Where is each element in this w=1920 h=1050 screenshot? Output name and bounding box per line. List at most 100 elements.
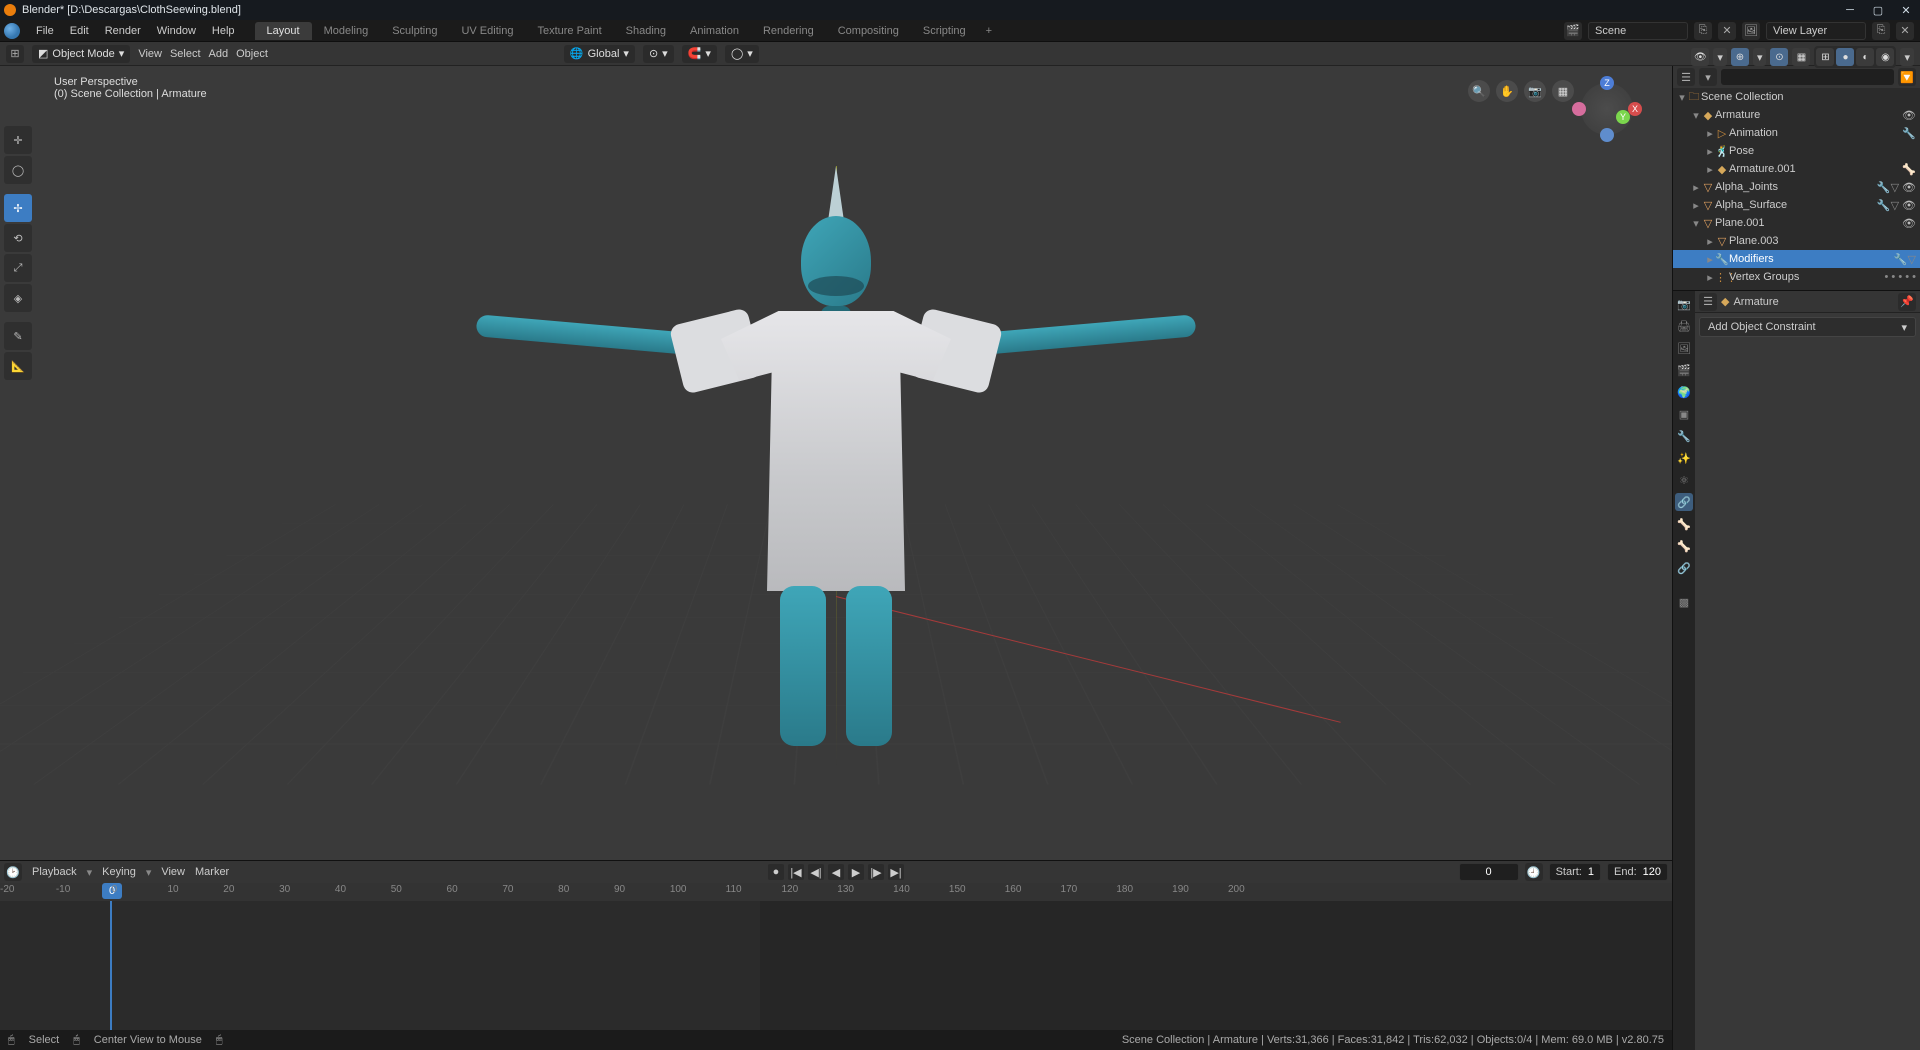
visibility-toggle-icon[interactable]: 👁 bbox=[1902, 217, 1916, 230]
menu-window[interactable]: Window bbox=[149, 25, 204, 37]
vp-menu-object[interactable]: Object bbox=[236, 48, 268, 60]
ptab-data[interactable]: 🦴 bbox=[1675, 515, 1693, 533]
scene-field[interactable]: Scene bbox=[1588, 22, 1688, 40]
shading-options-dropdown[interactable]: ▾ bbox=[1900, 48, 1914, 66]
window-close-button[interactable]: ✕ bbox=[1896, 3, 1916, 17]
tool-cursor[interactable]: ✛ bbox=[4, 126, 32, 154]
jump-end-button[interactable]: ▶| bbox=[888, 864, 904, 880]
axis-neg-z-icon[interactable] bbox=[1600, 128, 1614, 142]
tab-rendering[interactable]: Rendering bbox=[751, 22, 826, 40]
outliner-row[interactable]: ▸🔧Modifiers🔧▽ bbox=[1673, 250, 1920, 268]
pivot-dropdown[interactable]: ⊙▾ bbox=[643, 45, 674, 63]
play-reverse-button[interactable]: ◀ bbox=[828, 864, 844, 880]
axis-z-icon[interactable]: Z bbox=[1600, 76, 1614, 90]
overlay-toggle-button[interactable]: ⊙ bbox=[1770, 48, 1788, 66]
ptab-texture[interactable]: ▩ bbox=[1675, 593, 1693, 611]
play-button[interactable]: ▶ bbox=[848, 864, 864, 880]
grid-icon[interactable]: ▦ bbox=[1552, 80, 1574, 102]
expand-toggle-icon[interactable]: ▸ bbox=[1705, 163, 1715, 176]
timeline-menu-view[interactable]: View bbox=[161, 866, 185, 878]
outliner-row-scene-collection[interactable]: ▾🗀 Scene Collection bbox=[1673, 88, 1920, 106]
vp-menu-select[interactable]: Select bbox=[170, 48, 201, 60]
tool-select[interactable]: ◯ bbox=[4, 156, 32, 184]
timeline-tracks[interactable] bbox=[0, 901, 1672, 1030]
timeline-menu-marker[interactable]: Marker bbox=[195, 866, 229, 878]
ptab-physics[interactable]: ⚛ bbox=[1675, 471, 1693, 489]
axis-x-icon[interactable]: X bbox=[1628, 102, 1642, 116]
start-frame-field[interactable]: Start:1 bbox=[1549, 863, 1601, 881]
ptab-boneconstraint[interactable]: 🔗 bbox=[1675, 559, 1693, 577]
outliner-row[interactable]: ▾◆Armature👁 bbox=[1673, 106, 1920, 124]
outliner-row[interactable]: ▸▽Alpha_Surface🔧▽👁 bbox=[1673, 196, 1920, 214]
keyframe-prev-button[interactable]: ◀| bbox=[808, 864, 824, 880]
expand-toggle-icon[interactable]: ▸ bbox=[1705, 235, 1715, 248]
end-frame-field[interactable]: End:120 bbox=[1607, 863, 1668, 881]
tab-modeling[interactable]: Modeling bbox=[312, 22, 381, 40]
visibility-toggle-icon[interactable]: 👁 bbox=[1902, 109, 1916, 122]
timeline-ruler[interactable]: 0 -20-1001020304050607080901001101201301… bbox=[0, 883, 1672, 901]
window-maximize-button[interactable]: ▢ bbox=[1868, 3, 1888, 17]
visibility-toggle-icon[interactable]: 👁 bbox=[1902, 199, 1916, 212]
shading-solid-button[interactable]: ● bbox=[1836, 48, 1854, 66]
vp-menu-add[interactable]: Add bbox=[209, 48, 229, 60]
use-preview-range-button[interactable]: 🕘 bbox=[1525, 863, 1543, 881]
expand-toggle-icon[interactable]: ▸ bbox=[1705, 271, 1715, 284]
menu-help[interactable]: Help bbox=[204, 25, 243, 37]
orientation-dropdown[interactable]: 🌐 Global ▾ bbox=[564, 45, 635, 63]
pan-icon[interactable]: ✋ bbox=[1496, 80, 1518, 102]
ptab-modifier[interactable]: 🔧 bbox=[1675, 427, 1693, 445]
outliner-row[interactable]: ▸▽Alpha_Joints🔧▽👁 bbox=[1673, 178, 1920, 196]
menu-edit[interactable]: Edit bbox=[62, 25, 97, 37]
timeline-editor-type-icon[interactable]: 🕑 bbox=[4, 863, 22, 881]
outliner-row[interactable]: ▸◆Armature.001🦴 bbox=[1673, 160, 1920, 178]
outliner-filter-button[interactable]: 🔽 bbox=[1898, 68, 1916, 86]
expand-toggle-icon[interactable]: ▾ bbox=[1691, 217, 1701, 230]
tab-layout[interactable]: Layout bbox=[255, 22, 312, 40]
expand-toggle-icon[interactable]: ▸ bbox=[1691, 181, 1701, 194]
properties-editor-type-icon[interactable]: ☰ bbox=[1699, 293, 1717, 311]
shading-lookdev-button[interactable]: ◐ bbox=[1856, 48, 1874, 66]
scene-browse-icon[interactable]: 🎬 bbox=[1564, 22, 1582, 40]
viewlayer-browse-icon[interactable]: 🖼 bbox=[1742, 22, 1760, 40]
outliner-row[interactable]: ▸▽Plane.003 bbox=[1673, 232, 1920, 250]
viewlayer-delete-button[interactable]: ✕ bbox=[1896, 22, 1914, 40]
tab-sculpting[interactable]: Sculpting bbox=[380, 22, 449, 40]
pin-icon[interactable]: 📌 bbox=[1898, 293, 1916, 311]
outliner-row[interactable]: ▸⋮⋮Vertex Groups• • • • • bbox=[1673, 268, 1920, 286]
menu-file[interactable]: File bbox=[28, 25, 62, 37]
expand-toggle-icon[interactable]: ▸ bbox=[1691, 199, 1701, 212]
ptab-world[interactable]: 🌍 bbox=[1675, 383, 1693, 401]
current-frame-field[interactable]: 0 bbox=[1459, 863, 1519, 881]
outliner-search-input[interactable] bbox=[1721, 69, 1894, 85]
window-minimize-button[interactable]: ─ bbox=[1840, 3, 1860, 17]
outliner-display-mode-icon[interactable]: ▾ bbox=[1699, 68, 1717, 86]
tab-shading[interactable]: Shading bbox=[614, 22, 678, 40]
snap-dropdown[interactable]: 🧲▾ bbox=[682, 45, 717, 63]
jump-start-button[interactable]: |◀ bbox=[788, 864, 804, 880]
ptab-constraint[interactable]: 🔗 bbox=[1675, 493, 1693, 511]
zoom-icon[interactable]: 🔍 bbox=[1468, 80, 1490, 102]
axis-gizmo[interactable]: Z X Y bbox=[1578, 80, 1636, 138]
outliner-row[interactable]: ▸▷Animation🔧 bbox=[1673, 124, 1920, 142]
ptab-scene[interactable]: 🎬 bbox=[1675, 361, 1693, 379]
tool-move[interactable]: ✢ bbox=[4, 194, 32, 222]
expand-toggle-icon[interactable]: ▸ bbox=[1705, 145, 1715, 158]
vp-menu-view[interactable]: View bbox=[138, 48, 162, 60]
shading-wireframe-button[interactable]: ⊞ bbox=[1816, 48, 1834, 66]
tool-measure[interactable]: 📐 bbox=[4, 352, 32, 380]
editor-type-icon[interactable]: ⊞ bbox=[6, 45, 24, 63]
add-object-constraint-dropdown[interactable]: Add Object Constraint ▾ bbox=[1699, 317, 1916, 337]
3d-viewport[interactable]: User Perspective (0) Scene Collection | … bbox=[0, 66, 1672, 860]
axis-neg-icon[interactable] bbox=[1572, 102, 1586, 116]
tab-animation[interactable]: Animation bbox=[678, 22, 751, 40]
menu-render[interactable]: Render bbox=[97, 25, 149, 37]
xray-toggle-button[interactable]: ▦ bbox=[1792, 48, 1810, 66]
ptab-object[interactable]: ▣ bbox=[1675, 405, 1693, 423]
timeline-menu-keying[interactable]: Keying bbox=[102, 866, 136, 878]
scene-delete-button[interactable]: ✕ bbox=[1718, 22, 1736, 40]
tool-rotate[interactable]: ⟲ bbox=[4, 224, 32, 252]
mode-dropdown[interactable]: ◩ Object Mode ▾ bbox=[32, 45, 130, 63]
outliner-row[interactable]: ▾▽Plane.001👁 bbox=[1673, 214, 1920, 232]
tab-scripting[interactable]: Scripting bbox=[911, 22, 978, 40]
tool-scale[interactable]: ⤢ bbox=[4, 254, 32, 282]
